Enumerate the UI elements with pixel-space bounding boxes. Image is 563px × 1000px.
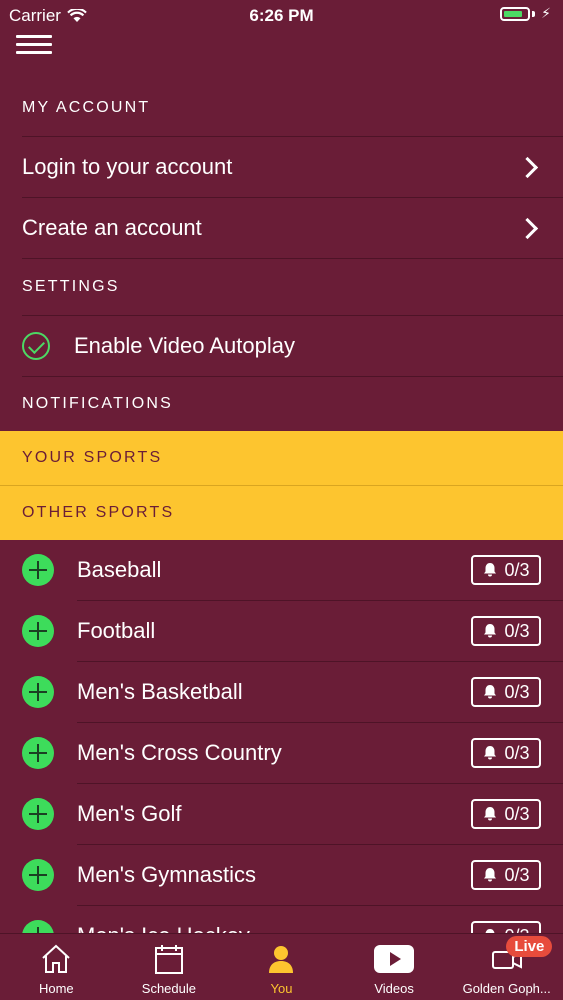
autoplay-label: Enable Video Autoplay [74, 333, 295, 358]
list-item[interactable]: Men's Cross Country 0/3 [0, 723, 563, 783]
tab-home-label: Home [38, 981, 74, 996]
login-row[interactable]: Login to your account [0, 137, 563, 197]
tab-videos[interactable]: Videos [338, 934, 451, 1000]
add-icon[interactable] [22, 798, 54, 830]
tab-videos-label: Videos [374, 981, 414, 996]
clock: 6:26 PM [249, 6, 314, 25]
create-account-row[interactable]: Create an account [0, 198, 563, 258]
list-item[interactable]: Men's Gymnastics 0/3 [0, 845, 563, 905]
tab-you-label: You [270, 981, 293, 996]
calendar-icon [154, 945, 183, 974]
charging-icon: ⚡ [541, 5, 551, 21]
section-header-your-sports: YOUR SPORTS [0, 431, 563, 485]
notification-count-button[interactable]: 0/3 [471, 555, 541, 585]
bell-icon [484, 868, 497, 882]
sport-name: Football [77, 618, 156, 643]
tab-bar: Home Schedule You Videos Live Golden Gop… [0, 933, 563, 1000]
bell-icon [484, 624, 497, 638]
notification-count: 0/3 [504, 681, 530, 702]
bell-icon [484, 746, 497, 760]
sports-list: Baseball 0/3 Football 0/3 Men's Basketball 0/… [0, 540, 563, 967]
add-icon[interactable] [22, 676, 54, 708]
home-icon [42, 944, 70, 973]
battery-icon [500, 6, 531, 21]
notification-count-button[interactable]: 0/3 [471, 616, 541, 646]
settings-content: MY ACCOUNT Login to your account Create … [0, 80, 563, 967]
section-header-my-account: MY ACCOUNT [22, 99, 151, 116]
notification-count: 0/3 [504, 742, 530, 763]
notification-count-button[interactable]: 0/3 [471, 677, 541, 707]
login-label: Login to your account [22, 154, 233, 179]
bell-icon [484, 685, 497, 699]
tab-golden-gophers[interactable]: Live Golden Goph... [450, 934, 563, 1000]
check-circle-icon[interactable] [22, 332, 50, 360]
add-icon[interactable] [22, 737, 54, 769]
list-item[interactable]: Football 0/3 [0, 601, 563, 661]
notification-count-button[interactable]: 0/3 [471, 738, 541, 768]
sport-name: Men's Gymnastics [77, 862, 257, 887]
play-icon [374, 945, 415, 973]
battery-indicator: ⚡ [500, 5, 551, 22]
sport-name: Men's Golf [77, 801, 182, 826]
notification-count: 0/3 [504, 803, 530, 824]
section-header-settings: SETTINGS [22, 278, 120, 295]
sport-name: Baseball [77, 557, 162, 582]
section-header-other-sports: OTHER SPORTS [0, 486, 563, 540]
list-item[interactable]: Men's Basketball 0/3 [0, 662, 563, 722]
section-header-notifications: NOTIFICATIONS [22, 395, 173, 412]
notification-count: 0/3 [504, 559, 530, 580]
menu-icon [16, 35, 52, 38]
user-icon [269, 946, 294, 973]
notification-count: 0/3 [504, 620, 530, 641]
add-icon[interactable] [22, 615, 54, 647]
tab-golden-gophers-label: Golden Goph... [462, 981, 551, 996]
tab-schedule[interactable]: Schedule [113, 934, 226, 1000]
bell-icon [484, 807, 497, 821]
chevron-right-icon [516, 217, 539, 239]
list-item[interactable]: Baseball 0/3 [0, 540, 563, 600]
list-item[interactable]: Men's Golf 0/3 [0, 784, 563, 844]
bell-icon [484, 563, 497, 577]
add-icon[interactable] [22, 859, 54, 891]
status-bar: Carrier 6:26 PM ⚡ [0, 0, 563, 30]
live-badge: Live [506, 936, 553, 957]
menu-button[interactable] [16, 32, 52, 58]
tab-you[interactable]: You [225, 934, 338, 1000]
notification-count-button[interactable]: 0/3 [471, 799, 541, 829]
notification-count-button[interactable]: 0/3 [471, 860, 541, 890]
sport-name: Men's Cross Country [77, 740, 282, 765]
add-icon[interactable] [22, 554, 54, 586]
notification-count: 0/3 [504, 864, 530, 885]
create-account-label: Create an account [22, 215, 202, 240]
autoplay-toggle-row[interactable]: Enable Video Autoplay [0, 316, 563, 376]
tab-home[interactable]: Home [0, 934, 113, 1000]
chevron-right-icon [516, 156, 539, 178]
tab-schedule-label: Schedule [141, 981, 196, 996]
sport-name: Men's Basketball [77, 679, 243, 704]
